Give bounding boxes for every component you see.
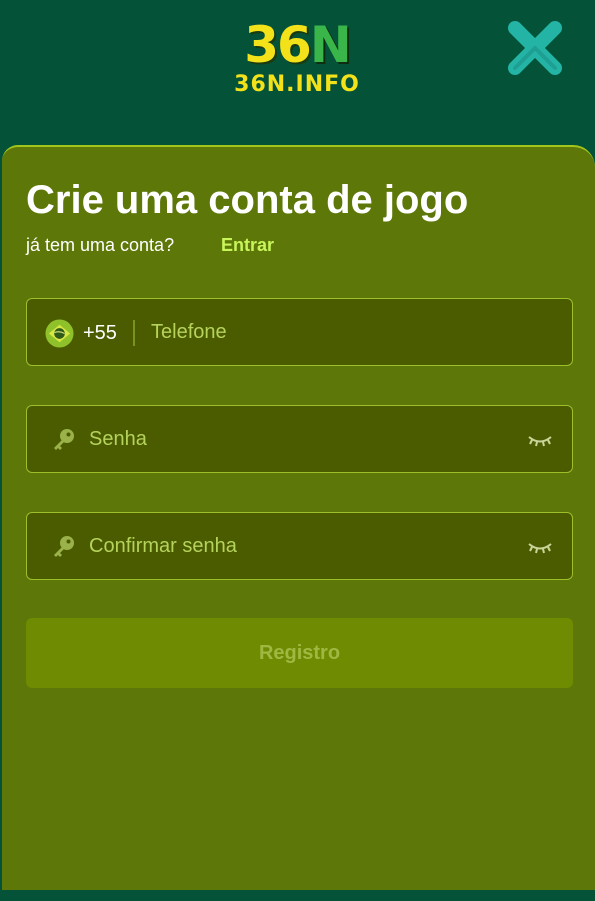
- login-prompt: já tem uma conta?: [26, 235, 175, 255]
- close-icon: [508, 21, 562, 75]
- confirm-password-field[interactable]: [26, 512, 573, 580]
- password-input[interactable]: [89, 406, 509, 472]
- divider: [133, 320, 135, 346]
- phone-field[interactable]: +55: [26, 298, 573, 366]
- logo-text: 36N.INFO: [234, 72, 360, 97]
- logo-mark: 36N: [244, 16, 351, 74]
- bottom-strip: [0, 890, 595, 901]
- phone-input[interactable]: [151, 299, 551, 365]
- eye-closed-icon[interactable]: [527, 432, 553, 448]
- eye-closed-icon[interactable]: [527, 539, 553, 555]
- brazil-flag-icon: [45, 319, 74, 348]
- login-link[interactable]: Entrar: [221, 235, 274, 256]
- register-button[interactable]: Registro: [26, 618, 573, 688]
- logo: 36N 36N.INFO: [222, 18, 372, 98]
- country-code[interactable]: +55: [83, 322, 117, 345]
- close-button[interactable]: [505, 18, 565, 78]
- key-icon: [54, 429, 74, 450]
- page-title: Crie uma conta de jogo: [26, 178, 469, 222]
- password-field[interactable]: [26, 405, 573, 473]
- confirm-password-input[interactable]: [89, 513, 509, 579]
- key-icon: [54, 536, 74, 557]
- header: 36N 36N.INFO: [0, 0, 595, 145]
